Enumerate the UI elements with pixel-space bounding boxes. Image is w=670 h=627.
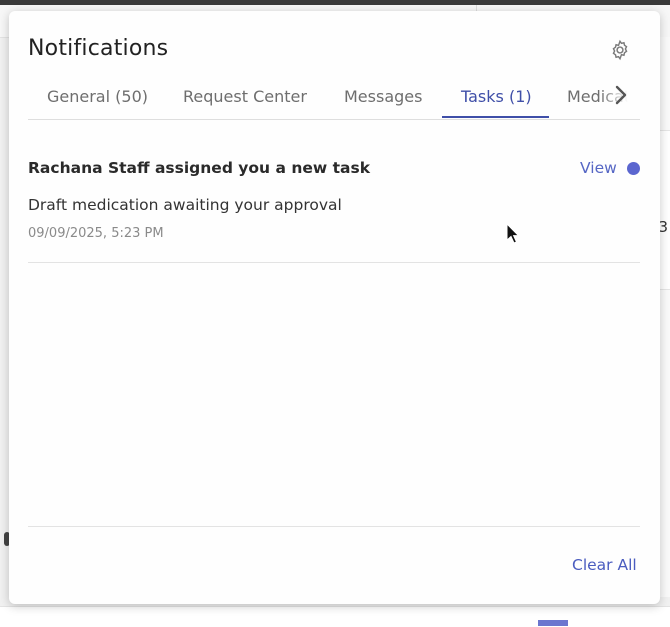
view-link[interactable]: View — [580, 159, 617, 177]
chevron-right-icon[interactable] — [613, 84, 629, 106]
notification-tabs: General (50) Request Center Messages Tas… — [28, 73, 640, 120]
tab-messages[interactable]: Messages — [344, 87, 422, 106]
active-tab-indicator — [442, 116, 549, 118]
clear-all-button[interactable]: Clear All — [572, 556, 637, 574]
notifications-panel: Notifications General (50) Request Cente… — [9, 11, 660, 604]
background-bottom-bar — [0, 606, 670, 627]
unread-indicator — [627, 162, 640, 175]
notification-title: Rachana Staff assigned you a new task — [28, 159, 371, 177]
tab-request-center[interactable]: Request Center — [183, 87, 307, 106]
background-bottom-chip — [538, 620, 568, 626]
panel-title: Notifications — [28, 36, 169, 61]
notification-item[interactable]: Rachana Staff assigned you a new task Vi… — [28, 119, 640, 263]
mouse-pointer-icon — [506, 223, 520, 244]
notification-body: Draft medication awaiting your approval — [28, 196, 342, 214]
footer-divider — [28, 526, 640, 527]
tab-general[interactable]: General (50) — [47, 87, 148, 106]
gear-icon[interactable] — [609, 39, 631, 61]
notification-timestamp: 09/09/2025, 5:23 PM — [28, 226, 164, 241]
tab-tasks[interactable]: Tasks (1) — [461, 87, 532, 106]
